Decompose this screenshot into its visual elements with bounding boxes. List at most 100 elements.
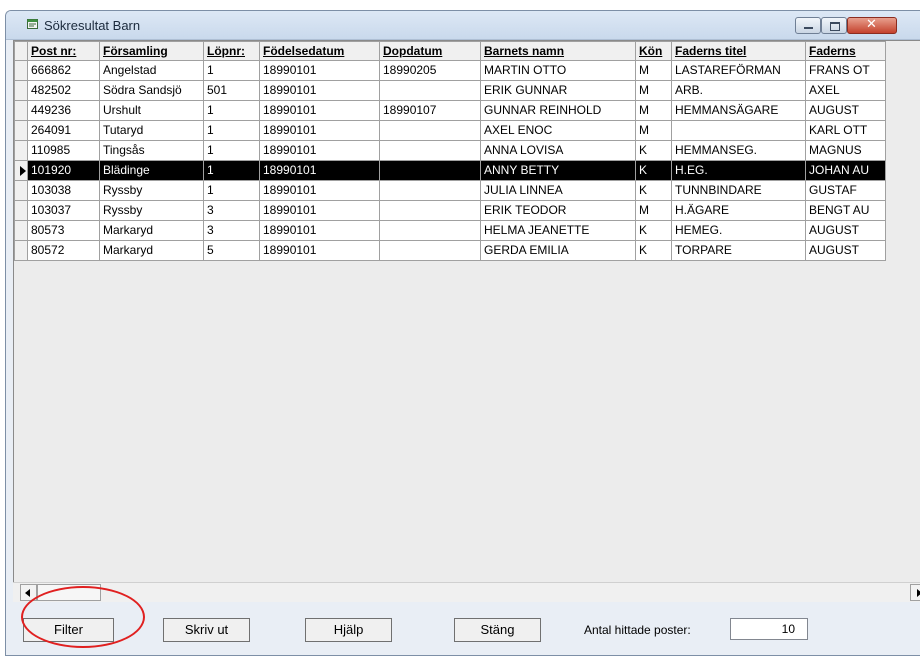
table-cell[interactable]: 18990101 <box>259 140 380 161</box>
table-cell[interactable]: Ryssby <box>99 200 204 221</box>
table-cell[interactable]: JULIA LINNEA <box>480 180 636 201</box>
column-header[interactable]: Barnets namn <box>480 41 636 61</box>
horizontal-scrollbar[interactable] <box>13 582 920 602</box>
table-cell[interactable]: Södra Sandsjö <box>99 80 204 101</box>
table-cell[interactable] <box>379 160 481 181</box>
table-cell[interactable]: HEMEG. <box>671 220 806 241</box>
table-cell[interactable]: K <box>635 220 672 241</box>
table-cell[interactable]: 18990107 <box>379 100 481 121</box>
table-cell[interactable]: HELMA JEANETTE <box>480 220 636 241</box>
table-cell[interactable] <box>379 180 481 201</box>
table-cell[interactable]: 1 <box>203 140 260 161</box>
table-cell[interactable]: 18990101 <box>259 100 380 121</box>
table-cell[interactable]: 501 <box>203 80 260 101</box>
row-selector[interactable] <box>14 140 28 161</box>
row-selector[interactable] <box>14 180 28 201</box>
table-cell[interactable]: 3 <box>203 200 260 221</box>
table-cell[interactable]: 18990101 <box>259 160 380 181</box>
maximize-button[interactable] <box>821 17 847 34</box>
table-cell[interactable]: 1 <box>203 180 260 201</box>
table-cell[interactable]: Tutaryd <box>99 120 204 141</box>
table-cell[interactable]: 18990101 <box>259 240 380 261</box>
table-cell[interactable]: K <box>635 180 672 201</box>
table-cell[interactable]: K <box>635 160 672 181</box>
column-header[interactable]: Dopdatum <box>379 41 481 61</box>
row-selector[interactable] <box>14 200 28 221</box>
table-cell[interactable]: HEMMANSEG. <box>671 140 806 161</box>
table-cell[interactable]: AUGUST <box>805 100 886 121</box>
column-header[interactable]: Faderns titel <box>671 41 806 61</box>
table-cell[interactable]: 110985 <box>27 140 100 161</box>
table-row[interactable]: 449236 Urshult 1 18990101 18990107 GUNNAR REI… <box>14 100 886 121</box>
table-cell[interactable]: Ryssby <box>99 180 204 201</box>
table-cell[interactable]: BENGT AU <box>805 200 886 221</box>
table-cell[interactable]: M <box>635 100 672 121</box>
table-cell[interactable]: 103038 <box>27 180 100 201</box>
title-bar[interactable]: Sökresultat Barn ✕ <box>6 11 920 40</box>
table-cell[interactable]: M <box>635 80 672 101</box>
table-cell[interactable]: 18990101 <box>259 220 380 241</box>
help-button[interactable]: Hjälp <box>305 618 392 642</box>
results-table[interactable]: Post nr: Församling Löpnr: Födelsedatum … <box>14 41 886 261</box>
table-cell[interactable]: 80573 <box>27 220 100 241</box>
table-cell[interactable]: 5 <box>203 240 260 261</box>
table-cell[interactable]: ERIK TEODOR <box>480 200 636 221</box>
table-cell[interactable]: 18990205 <box>379 60 481 81</box>
table-cell[interactable]: K <box>635 140 672 161</box>
table-cell[interactable]: 449236 <box>27 100 100 121</box>
table-cell[interactable]: ERIK GUNNAR <box>480 80 636 101</box>
table-cell[interactable]: GERDA EMILIA <box>480 240 636 261</box>
column-header[interactable]: Födelsedatum <box>259 41 380 61</box>
column-header[interactable]: Församling <box>99 41 204 61</box>
column-header[interactable]: Kön <box>635 41 672 61</box>
table-row[interactable]: 482502 Södra Sandsjö 501 18990101 ERIK GUNNA… <box>14 80 886 101</box>
table-cell[interactable]: GUSTAF <box>805 180 886 201</box>
table-cell[interactable] <box>379 240 481 261</box>
table-cell[interactable]: AXEL ENOC <box>480 120 636 141</box>
table-cell[interactable]: 264091 <box>27 120 100 141</box>
close-window-x-button[interactable]: ✕ <box>847 17 897 34</box>
table-cell[interactable]: TUNNBINDARE <box>671 180 806 201</box>
table-cell[interactable]: K <box>635 240 672 261</box>
table-row[interactable]: 110985 Tingsås 1 18990101 ANNA LOVISA K HEMMAN… <box>14 140 886 161</box>
row-selector[interactable] <box>14 220 28 241</box>
table-cell[interactable]: M <box>635 120 672 141</box>
row-selector[interactable] <box>14 240 28 261</box>
table-cell[interactable]: 101920 <box>27 160 100 181</box>
table-cell[interactable] <box>379 120 481 141</box>
column-header[interactable]: Faderns <box>805 41 886 61</box>
table-cell[interactable]: 1 <box>203 60 260 81</box>
table-cell[interactable]: HEMMANSÄGARE <box>671 100 806 121</box>
close-button[interactable]: Stäng <box>454 618 541 642</box>
table-cell[interactable]: MAGNUS <box>805 140 886 161</box>
table-cell[interactable]: 1 <box>203 160 260 181</box>
table-cell[interactable]: 666862 <box>27 60 100 81</box>
table-row[interactable]: 103038 Ryssby 1 18990101 JULIA LINNEA K TUNNBI… <box>14 180 886 201</box>
table-cell[interactable]: 18990101 <box>259 80 380 101</box>
table-cell[interactable]: AUGUST <box>805 220 886 241</box>
table-cell[interactable]: 18990101 <box>259 200 380 221</box>
table-row[interactable]: 666862 Angelstad 1 18990101 18990205 MARTIN O… <box>14 60 886 81</box>
table-cell[interactable]: KARL OTT <box>805 120 886 141</box>
row-selector[interactable] <box>14 120 28 141</box>
table-cell[interactable] <box>379 200 481 221</box>
table-cell[interactable]: ANNY BETTY <box>480 160 636 181</box>
table-cell[interactable]: 3 <box>203 220 260 241</box>
table-cell[interactable]: JOHAN AU <box>805 160 886 181</box>
table-cell[interactable]: H.EG. <box>671 160 806 181</box>
table-cell[interactable]: 18990101 <box>259 120 380 141</box>
minimize-button[interactable] <box>795 17 821 34</box>
table-cell[interactable]: ARB. <box>671 80 806 101</box>
table-cell[interactable]: 80572 <box>27 240 100 261</box>
table-cell[interactable] <box>379 220 481 241</box>
table-cell[interactable]: FRANS OT <box>805 60 886 81</box>
table-cell[interactable]: 1 <box>203 120 260 141</box>
table-row[interactable]: 80572 Markaryd 5 18990101 GERDA EMILIA K TORPA… <box>14 240 886 261</box>
table-cell[interactable] <box>379 140 481 161</box>
column-header[interactable]: Löpnr: <box>203 41 260 61</box>
column-header[interactable]: Post nr: <box>27 41 100 61</box>
table-cell[interactable]: 18990101 <box>259 180 380 201</box>
row-selector[interactable] <box>14 160 28 181</box>
row-selector[interactable] <box>14 100 28 121</box>
table-cell[interactable]: AUGUST <box>805 240 886 261</box>
